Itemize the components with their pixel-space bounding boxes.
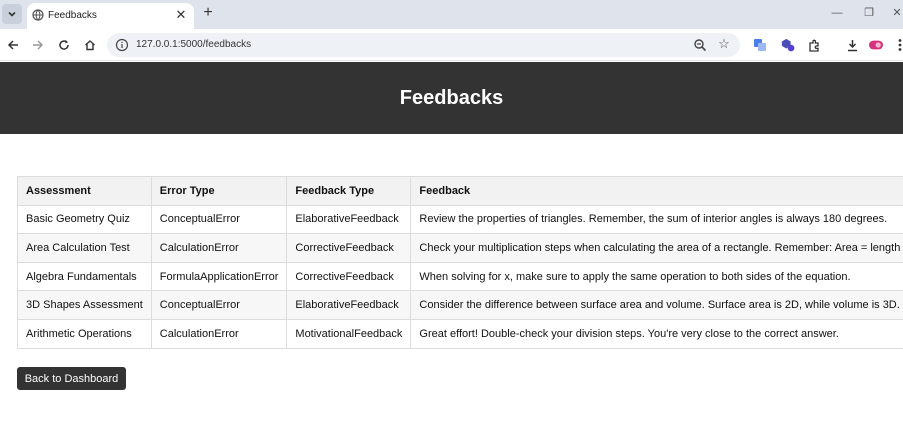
back-to-dashboard-button[interactable]: Back to Dashboard (17, 367, 126, 390)
cell-feedback: Review the properties of triangles. Reme… (410, 204, 903, 235)
cell-error-type: FormulaApplicationError (150, 261, 288, 292)
close-window-button[interactable]: ✕ (890, 6, 903, 20)
cell-error-type: ConceptualError (150, 290, 288, 320)
back-arrow-icon[interactable] (6, 38, 20, 52)
browser-toolbar: 127.0.0.1:5000/feedbacks ☆ (0, 29, 903, 61)
table-row: Algebra Fundamentals FormulaApplicationE… (17, 261, 903, 292)
column-header-error-type: Error Type (150, 176, 288, 206)
bookmark-star-icon[interactable]: ☆ (717, 37, 731, 51)
cell-feedback-type: CorrectiveFeedback (286, 261, 412, 292)
profile-avatar-icon[interactable] (869, 38, 883, 52)
url-text[interactable]: 127.0.0.1:5000/feedbacks (136, 39, 251, 50)
page-title: Feedbacks (399, 86, 504, 109)
cell-feedback-type: MotivationalFeedback (286, 318, 412, 349)
tab-search-button[interactable] (2, 4, 22, 24)
extension-badge-icon[interactable] (781, 38, 795, 52)
page-header: Feedbacks (0, 62, 903, 134)
minimize-button[interactable]: — (830, 6, 844, 20)
reload-icon[interactable] (57, 38, 71, 52)
column-header-feedback-type: Feedback Type (286, 176, 412, 206)
tab-title: Feedbacks (48, 10, 97, 21)
restore-button[interactable]: ❐ (862, 6, 876, 20)
cell-feedback-type: CorrectiveFeedback (286, 233, 412, 263)
cell-assessment: 3D Shapes Assessment (17, 290, 152, 320)
globe-icon (32, 9, 44, 21)
download-icon[interactable] (845, 38, 859, 52)
table-row: Area Calculation Test CalculationError C… (17, 233, 903, 263)
site-info-icon[interactable] (115, 38, 129, 52)
browser-tab[interactable]: Feedbacks ✕ (27, 3, 194, 29)
cell-feedback: When solving for x, make sure to apply t… (410, 261, 903, 292)
cell-error-type: CalculationError (150, 233, 288, 263)
menu-dots-icon[interactable] (893, 38, 903, 52)
cell-error-type: CalculationError (150, 318, 288, 349)
cell-feedback: Check your multiplication steps when cal… (410, 233, 903, 263)
table-row: Arithmetic Operations CalculationError M… (17, 318, 903, 349)
chevron-down-icon (8, 11, 16, 17)
table-row: 3D Shapes Assessment ConceptualError Ela… (17, 290, 903, 320)
cell-feedback-type: ElaborativeFeedback (286, 290, 412, 320)
forward-arrow-icon[interactable] (31, 38, 45, 52)
address-bar[interactable]: 127.0.0.1:5000/feedbacks ☆ (107, 33, 740, 57)
column-header-feedback: Feedback (410, 176, 903, 206)
close-tab-icon[interactable]: ✕ (174, 7, 188, 23)
new-tab-button[interactable]: + (201, 5, 215, 21)
cell-assessment: Basic Geometry Quiz (17, 204, 152, 235)
cell-feedback-type: ElaborativeFeedback (286, 204, 412, 235)
cell-assessment: Algebra Fundamentals (17, 261, 152, 292)
cell-feedback: Great effort! Double-check your division… (410, 318, 903, 349)
table-header-row: Assessment Error Type Feedback Type Feed… (17, 176, 903, 206)
cell-error-type: ConceptualError (150, 204, 288, 235)
translate-icon[interactable] (753, 38, 767, 52)
cell-feedback: Consider the difference between surface … (410, 290, 903, 320)
home-icon[interactable] (83, 38, 97, 52)
tab-strip: Feedbacks ✕ + — ❐ ✕ (0, 0, 903, 29)
table-row: Basic Geometry Quiz ConceptualError Elab… (17, 204, 903, 235)
column-header-assessment: Assessment (17, 176, 152, 206)
zoom-icon[interactable] (693, 38, 707, 52)
cell-assessment: Arithmetic Operations (17, 318, 152, 349)
extensions-puzzle-icon[interactable] (807, 38, 821, 52)
cell-assessment: Area Calculation Test (17, 233, 152, 263)
feedbacks-table: Assessment Error Type Feedback Type Feed… (17, 176, 903, 349)
